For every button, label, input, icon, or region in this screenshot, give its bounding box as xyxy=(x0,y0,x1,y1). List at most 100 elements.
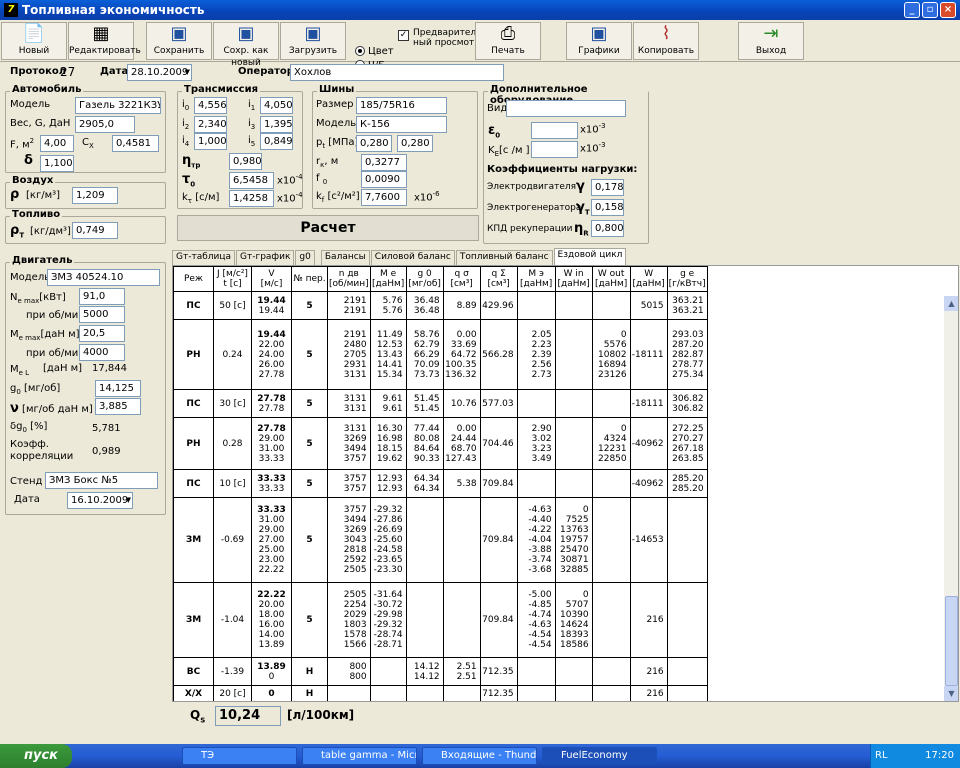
vertical-scrollbar[interactable]: ▲ ▼ xyxy=(944,296,958,701)
column-header[interactable]: M э [даНм] xyxy=(516,266,556,292)
kf-field[interactable]: 7,7600 xyxy=(361,189,407,206)
tau0-field[interactable]: 6,5458 xyxy=(229,172,274,189)
column-header[interactable]: n дв [об/мин] xyxy=(327,266,371,292)
scroll-up-icon[interactable]: ▲ xyxy=(944,296,958,311)
tire-model-field[interactable]: К-156 xyxy=(356,116,447,133)
scroll-down-icon[interactable]: ▼ xyxy=(944,686,958,701)
edit-button[interactable]: ▦ Редактировать xyxy=(68,22,141,60)
maximize-button[interactable]: ▫ xyxy=(922,2,938,18)
fuel-density-field[interactable]: 0,749 xyxy=(72,222,118,239)
i5-field[interactable]: 0,849 xyxy=(260,133,293,150)
start-button[interactable]: пуск xyxy=(0,744,72,768)
i2-field[interactable]: 2,340 xyxy=(194,116,227,133)
driving-cycle-grid[interactable]: Реж J [м/с²] t [с] V [м/с] № пер. n дв [об/мин]… xyxy=(172,265,959,702)
i3-field[interactable]: 1,395 xyxy=(260,116,293,133)
frontal-area-field[interactable]: 4,00 xyxy=(40,135,74,152)
charts-button[interactable]: ▣ Графики xyxy=(566,22,632,60)
save-button[interactable]: ▣ Сохранить xyxy=(146,22,212,60)
column-header[interactable]: M e [даНм] xyxy=(369,266,407,292)
calculate-button[interactable]: Расчет xyxy=(177,215,479,241)
date-picker[interactable]: 28.10.2009 ▼ xyxy=(127,64,192,81)
i4-field[interactable]: 1,000 xyxy=(194,133,227,150)
motor-coefficient-field[interactable]: 0,178 xyxy=(591,179,624,196)
eta-tr-field[interactable]: 0,980 xyxy=(229,153,262,170)
table-row[interactable]: ПС 30 [с] 27.78 27.78 5 3131 3131 9.61 9.61 51.45… xyxy=(173,389,708,418)
car-weight-field[interactable]: 2905,0 xyxy=(75,116,135,133)
table-cell-v: 27.78 27.78 xyxy=(251,389,292,418)
table-cell-me xyxy=(369,685,407,701)
engine-model-field[interactable]: ЗМЗ 40524.10 xyxy=(47,269,160,286)
ne-max-field[interactable]: 91,0 xyxy=(79,288,125,305)
column-header[interactable]: W in [даНм] xyxy=(554,266,593,292)
cx-field[interactable]: 0,4581 xyxy=(112,135,159,152)
stand-field[interactable]: ЗМЗ Бокс №5 xyxy=(45,472,158,489)
taskbar-item-thunderbird[interactable]: Входящие - Thunder... xyxy=(422,747,537,765)
taskbar-item-folder[interactable]: ТЭ xyxy=(182,747,297,765)
table-row[interactable]: ВС -1.39 13.89 0 Н 800 800 14.12 14.12 2.51 2.51 71… xyxy=(173,657,708,686)
table-cell-j: 20 [с] xyxy=(213,685,252,701)
print-button[interactable]: ⎙ Печать xyxy=(475,22,541,60)
column-header[interactable]: Реж xyxy=(173,266,214,292)
ne-rpm-field[interactable]: 5000 xyxy=(79,306,125,323)
tab-balances[interactable]: Балансы xyxy=(320,250,370,265)
language-indicator[interactable]: RL xyxy=(875,750,888,761)
tire-size-field[interactable]: 185/75R16 xyxy=(356,97,447,114)
column-header[interactable]: V [м/с] xyxy=(251,266,292,292)
table-row[interactable]: ЗМ -0.69 33.33 31.00 29.00 27.00 25.00 23.00 22.… xyxy=(173,497,708,583)
tab-fuel-balance[interactable]: Топливный баланс xyxy=(455,250,553,265)
table-row[interactable]: РН 0.28 27.78 29.00 31.00 33.33 5 3131 3269 3494 3… xyxy=(173,417,708,470)
column-header[interactable]: W [даНм] xyxy=(629,266,668,292)
f0-field[interactable]: 0,0090 xyxy=(361,171,407,188)
g0-field[interactable]: 14,125 xyxy=(95,380,141,397)
copy-button[interactable]: ⌇ Копировать xyxy=(633,22,699,60)
me-max-field[interactable]: 20,5 xyxy=(79,325,125,342)
eps0-field[interactable] xyxy=(531,122,578,139)
column-header[interactable]: q Σ [см³] xyxy=(479,266,518,292)
scroll-thumb[interactable] xyxy=(945,596,958,686)
tab-power-balance[interactable]: Силовой баланс xyxy=(370,250,455,265)
recuperation-efficiency-field[interactable]: 0,800 xyxy=(591,220,624,237)
generator-coefficient-field[interactable]: 0,158 xyxy=(591,199,624,216)
taskbar-item-fueleconomy[interactable]: FuelEconomy xyxy=(542,747,657,765)
save-as-new-button[interactable]: ▣ Сохр. как новый xyxy=(213,22,279,68)
color-radio[interactable] xyxy=(355,46,365,56)
table-row[interactable]: РН 0.24 19.44 22.00 24.00 26.00 27.78 5 2191 2480… xyxy=(173,319,708,390)
column-header[interactable]: № пер. xyxy=(291,266,328,292)
table-row[interactable]: ПС 10 [с] 33.33 33.33 5 3757 3757 12.93 12.93 64.… xyxy=(173,469,708,498)
equipment-type-field[interactable] xyxy=(506,100,626,117)
minimize-button[interactable]: _ xyxy=(904,2,920,18)
me-rpm-field[interactable]: 4000 xyxy=(79,344,125,361)
engine-date-picker[interactable]: 16.10.2009 ▼ xyxy=(67,492,133,509)
taskbar-item-word[interactable]: table gamma - Micros... xyxy=(302,747,417,765)
tab-gt-chart[interactable]: Gт-график xyxy=(236,250,295,265)
column-header[interactable]: g e [г/кВтч] xyxy=(666,266,708,292)
column-header[interactable]: g 0 [мг/об] xyxy=(405,266,444,292)
table-row[interactable]: ЗМ -1.04 22.22 20.00 18.00 16.00 14.00 13.89 5 25… xyxy=(173,582,708,658)
nu-field[interactable]: 3,885 xyxy=(95,398,141,415)
k-tau-field[interactable]: 1,4258 xyxy=(229,190,274,207)
tire-pressure-1-field[interactable]: 0,280 xyxy=(356,135,392,152)
i1-field[interactable]: 4,050 xyxy=(260,97,293,114)
load-button[interactable]: ▣ Загрузить xyxy=(280,22,346,60)
table-row[interactable]: ПС 50 [с] 19.44 19.44 5 2191 2191 5.76 5.76 36.48… xyxy=(173,291,708,320)
new-button[interactable]: 📄 Новый xyxy=(1,22,67,60)
column-header[interactable]: q σ [см³] xyxy=(442,266,481,292)
rk-field[interactable]: 0,3277 xyxy=(361,154,407,171)
column-header[interactable]: J [м/с²] t [с] xyxy=(213,266,252,292)
air-density-field[interactable]: 1,209 xyxy=(72,187,118,204)
i0-field[interactable]: 4,556 xyxy=(194,97,227,114)
close-button[interactable]: × xyxy=(940,2,956,18)
tab-g0[interactable]: g0 xyxy=(295,250,315,265)
table-row[interactable]: Х/Х 20 [с] 0 Н 712.35 216 xyxy=(173,685,708,701)
tab-driving-cycle[interactable]: Ездовой цикл xyxy=(553,248,627,265)
car-model-field[interactable]: Газель 3221КЗУ xyxy=(75,97,161,114)
table-cell-qsum: 704.46 xyxy=(479,417,518,470)
ke-field[interactable] xyxy=(531,141,578,158)
exit-button[interactable]: ⇥ Выход xyxy=(738,22,804,60)
preview-checkbox[interactable]: ✓ xyxy=(398,30,409,41)
delta-field[interactable]: 1,100 xyxy=(40,155,74,172)
tab-gt-table[interactable]: Gт-таблица xyxy=(172,250,236,265)
tire-pressure-2-field[interactable]: 0,280 xyxy=(397,135,433,152)
operator-field[interactable]: Хохлов xyxy=(290,64,504,81)
column-header[interactable]: W out [даНм] xyxy=(591,266,631,292)
